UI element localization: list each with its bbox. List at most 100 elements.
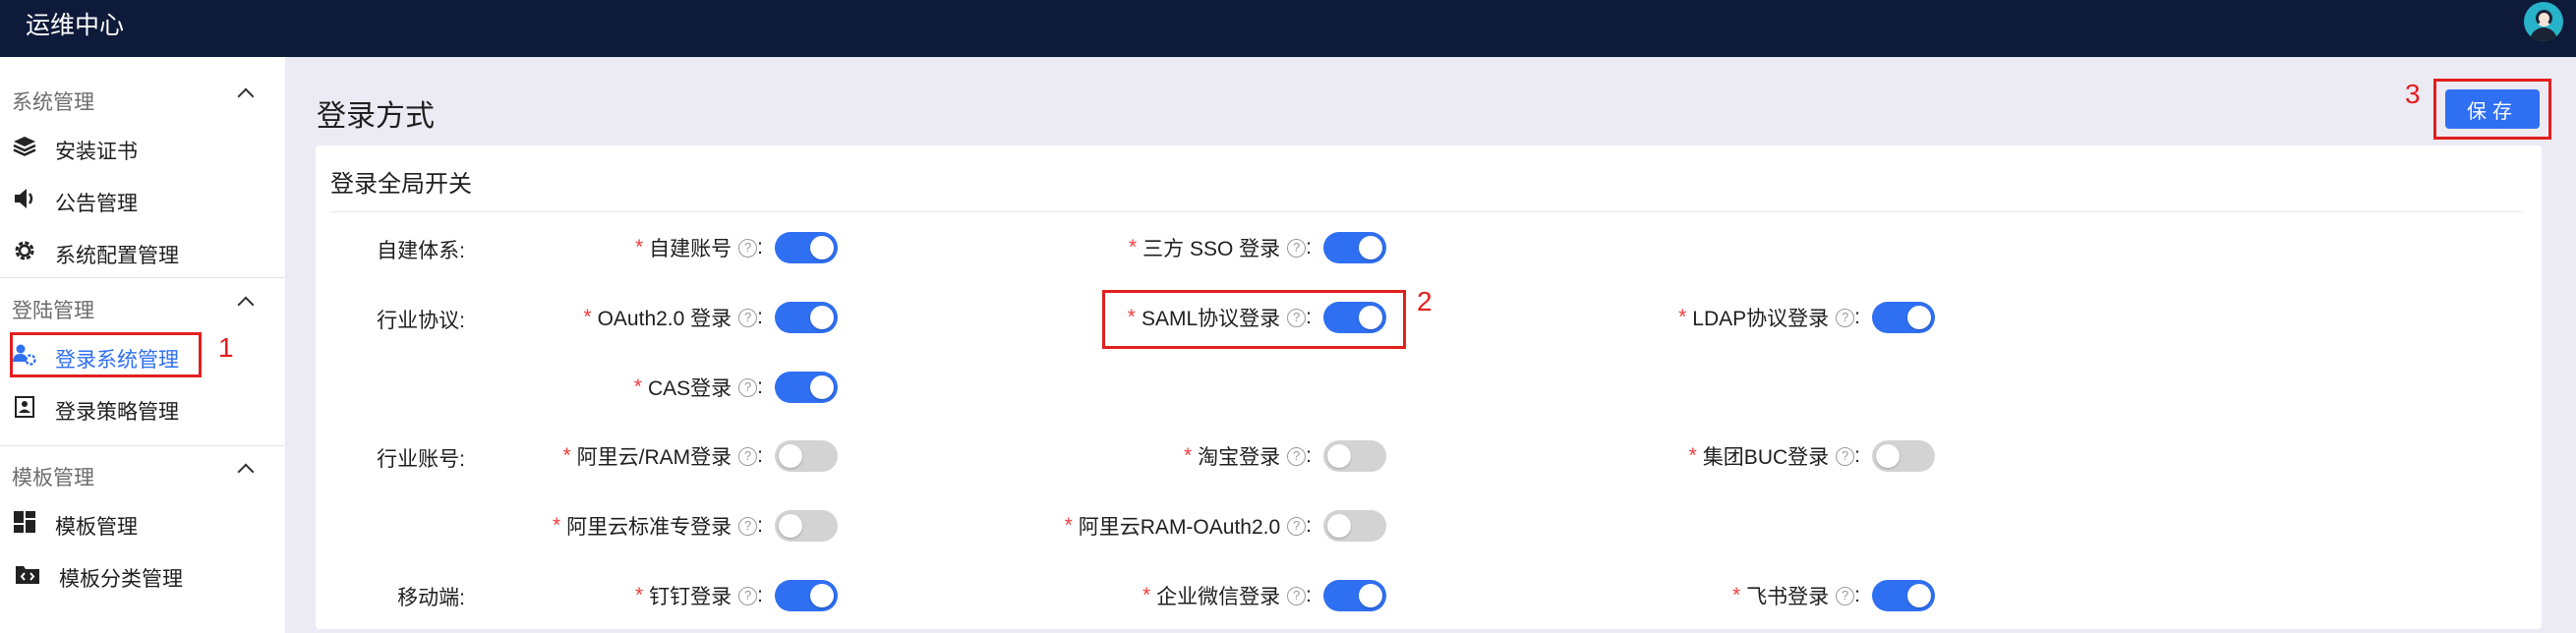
sidebar-group-template[interactable]: 模板管理 xyxy=(0,456,285,491)
field-label: 集团BUC登录 xyxy=(1702,446,1830,469)
toggle-aliyun-ram[interactable] xyxy=(775,440,838,472)
help-icon[interactable]: ? xyxy=(738,586,758,605)
required-mark: * xyxy=(634,584,644,606)
sidebar-item-system-config[interactable]: 系统配置管理 xyxy=(0,230,285,273)
top-bar: 运维中心 xyxy=(0,0,2576,57)
sidebar-item-label: 安装证书 xyxy=(55,141,138,163)
field-colon: : xyxy=(757,444,763,467)
required-mark: * xyxy=(562,444,571,467)
required-mark: * xyxy=(633,375,642,398)
field-label: 阿里云/RAM登录 xyxy=(576,446,732,469)
help-icon[interactable]: ? xyxy=(738,308,758,327)
toggle-feishu[interactable] xyxy=(1872,580,1935,611)
field-aliyun-ram-oauth2: * 阿里云RAM-OAuth2.0 ? : xyxy=(983,507,1386,545)
chevron-up-icon[interactable] xyxy=(237,463,255,481)
field-label: 淘宝登录 xyxy=(1198,446,1281,469)
help-icon[interactable]: ? xyxy=(1287,238,1307,258)
field-colon: : xyxy=(1854,306,1860,328)
help-icon[interactable]: ? xyxy=(738,238,758,258)
field-colon: : xyxy=(1306,514,1312,537)
field-colon: : xyxy=(1306,584,1312,606)
field-self-account: * 自建账号 ? : xyxy=(551,229,838,266)
field-colon: : xyxy=(757,306,763,328)
chevron-up-icon[interactable] xyxy=(237,296,255,314)
field-dingtalk: * 钉钉登录 ? : xyxy=(551,577,838,614)
sidebar-item-template-category[interactable]: 模板分类管理 xyxy=(0,553,285,597)
dashboard-icon xyxy=(14,511,35,533)
toggle-wecom[interactable] xyxy=(1323,580,1386,611)
sidebar-divider xyxy=(0,277,285,278)
sidebar-item-template[interactable]: 模板管理 xyxy=(0,501,285,545)
card-divider xyxy=(330,211,2523,212)
sidebar-item-label: 模板管理 xyxy=(55,516,138,539)
field-aliyun-ram: * 阿里云/RAM登录 ? : xyxy=(492,437,838,475)
field-label: 自建账号 xyxy=(649,238,732,260)
toggle-third-party-sso[interactable] xyxy=(1323,232,1386,263)
toggle-oauth2[interactable] xyxy=(775,302,838,333)
sidebar-item-announcement[interactable]: 公告管理 xyxy=(0,178,285,221)
help-icon[interactable]: ? xyxy=(738,446,758,466)
toggle-self-account[interactable] xyxy=(775,232,838,263)
toggle-taobao[interactable] xyxy=(1323,440,1386,472)
toggle-aliyun-standard[interactable] xyxy=(775,510,838,542)
toggle-aliyun-ram-oauth2[interactable] xyxy=(1323,510,1386,542)
annotation-number-1: 1 xyxy=(218,332,234,363)
required-mark: * xyxy=(634,236,644,259)
help-icon[interactable]: ? xyxy=(1287,586,1307,605)
required-mark: * xyxy=(552,514,561,537)
code-folder-icon xyxy=(16,566,39,584)
chevron-up-icon[interactable] xyxy=(237,87,255,105)
sidebar-group-login[interactable]: 登陆管理 xyxy=(0,289,285,324)
toggle-ldap[interactable] xyxy=(1872,302,1935,333)
field-cas: * CAS登录 ? : xyxy=(551,369,838,406)
field-feishu: * 飞书登录 ? : xyxy=(1534,577,1935,614)
avatar-body xyxy=(2530,28,2557,41)
sidebar-item-label: 系统配置管理 xyxy=(55,245,179,267)
field-label: 飞书登录 xyxy=(1746,586,1830,608)
avatar[interactable] xyxy=(2524,2,2563,41)
field-colon: : xyxy=(757,375,763,398)
field-label: 钉钉登录 xyxy=(649,586,732,608)
help-icon[interactable]: ? xyxy=(1836,308,1855,327)
sidebar-group-title: 模板管理 xyxy=(12,467,94,489)
required-mark: * xyxy=(1688,444,1697,467)
row-label-industry-account: 行业账号: xyxy=(377,448,465,471)
required-mark: * xyxy=(1142,584,1151,606)
required-mark: * xyxy=(583,306,592,328)
sidebar-item-label: 公告管理 xyxy=(55,193,138,215)
help-icon[interactable]: ? xyxy=(1287,516,1307,536)
page-title: 登录方式 xyxy=(317,100,435,133)
required-mark: * xyxy=(1128,236,1138,259)
field-label: 企业微信登录 xyxy=(1156,586,1281,608)
sidebar-group-title: 登陆管理 xyxy=(12,300,94,322)
gear-icon xyxy=(15,241,34,260)
help-icon[interactable]: ? xyxy=(1287,446,1307,466)
field-label: 三方 SSO 登录 xyxy=(1142,238,1281,260)
field-wecom: * 企业微信登录 ? : xyxy=(983,577,1386,614)
sidebar-item-login-policy[interactable]: 登录策略管理 xyxy=(0,386,285,430)
sidebar-group-system[interactable]: 系统管理 xyxy=(0,81,285,116)
annotation-number-2: 2 xyxy=(1417,286,1433,316)
help-icon[interactable]: ? xyxy=(738,516,758,536)
row-label-mobile: 移动端: xyxy=(397,587,465,609)
toggle-cas[interactable] xyxy=(775,372,838,403)
help-icon[interactable]: ? xyxy=(1836,586,1855,605)
contact-card-icon xyxy=(15,396,34,418)
speaker-icon xyxy=(15,189,33,208)
field-label: LDAP协议登录 xyxy=(1692,308,1830,330)
field-ldap: * LDAP协议登录 ? : xyxy=(1534,299,1935,336)
field-label: CAS登录 xyxy=(647,377,732,400)
help-icon[interactable]: ? xyxy=(1836,446,1855,466)
sidebar-group-title: 系统管理 xyxy=(12,91,94,114)
field-colon: : xyxy=(1854,444,1860,467)
field-oauth2: * OAuth2.0 登录 ? : xyxy=(551,299,838,336)
help-icon[interactable]: ? xyxy=(738,377,758,397)
sidebar-item-label: 登录策略管理 xyxy=(55,401,179,424)
field-taobao: * 淘宝登录 ? : xyxy=(983,437,1386,475)
field-colon: : xyxy=(1306,444,1312,467)
sidebar-item-install-cert[interactable]: 安装证书 xyxy=(0,126,285,169)
field-group-buc: * 集团BUC登录 ? : xyxy=(1534,437,1935,475)
toggle-group-buc[interactable] xyxy=(1872,440,1935,472)
toggle-dingtalk[interactable] xyxy=(775,580,838,611)
field-colon: : xyxy=(1306,236,1312,259)
